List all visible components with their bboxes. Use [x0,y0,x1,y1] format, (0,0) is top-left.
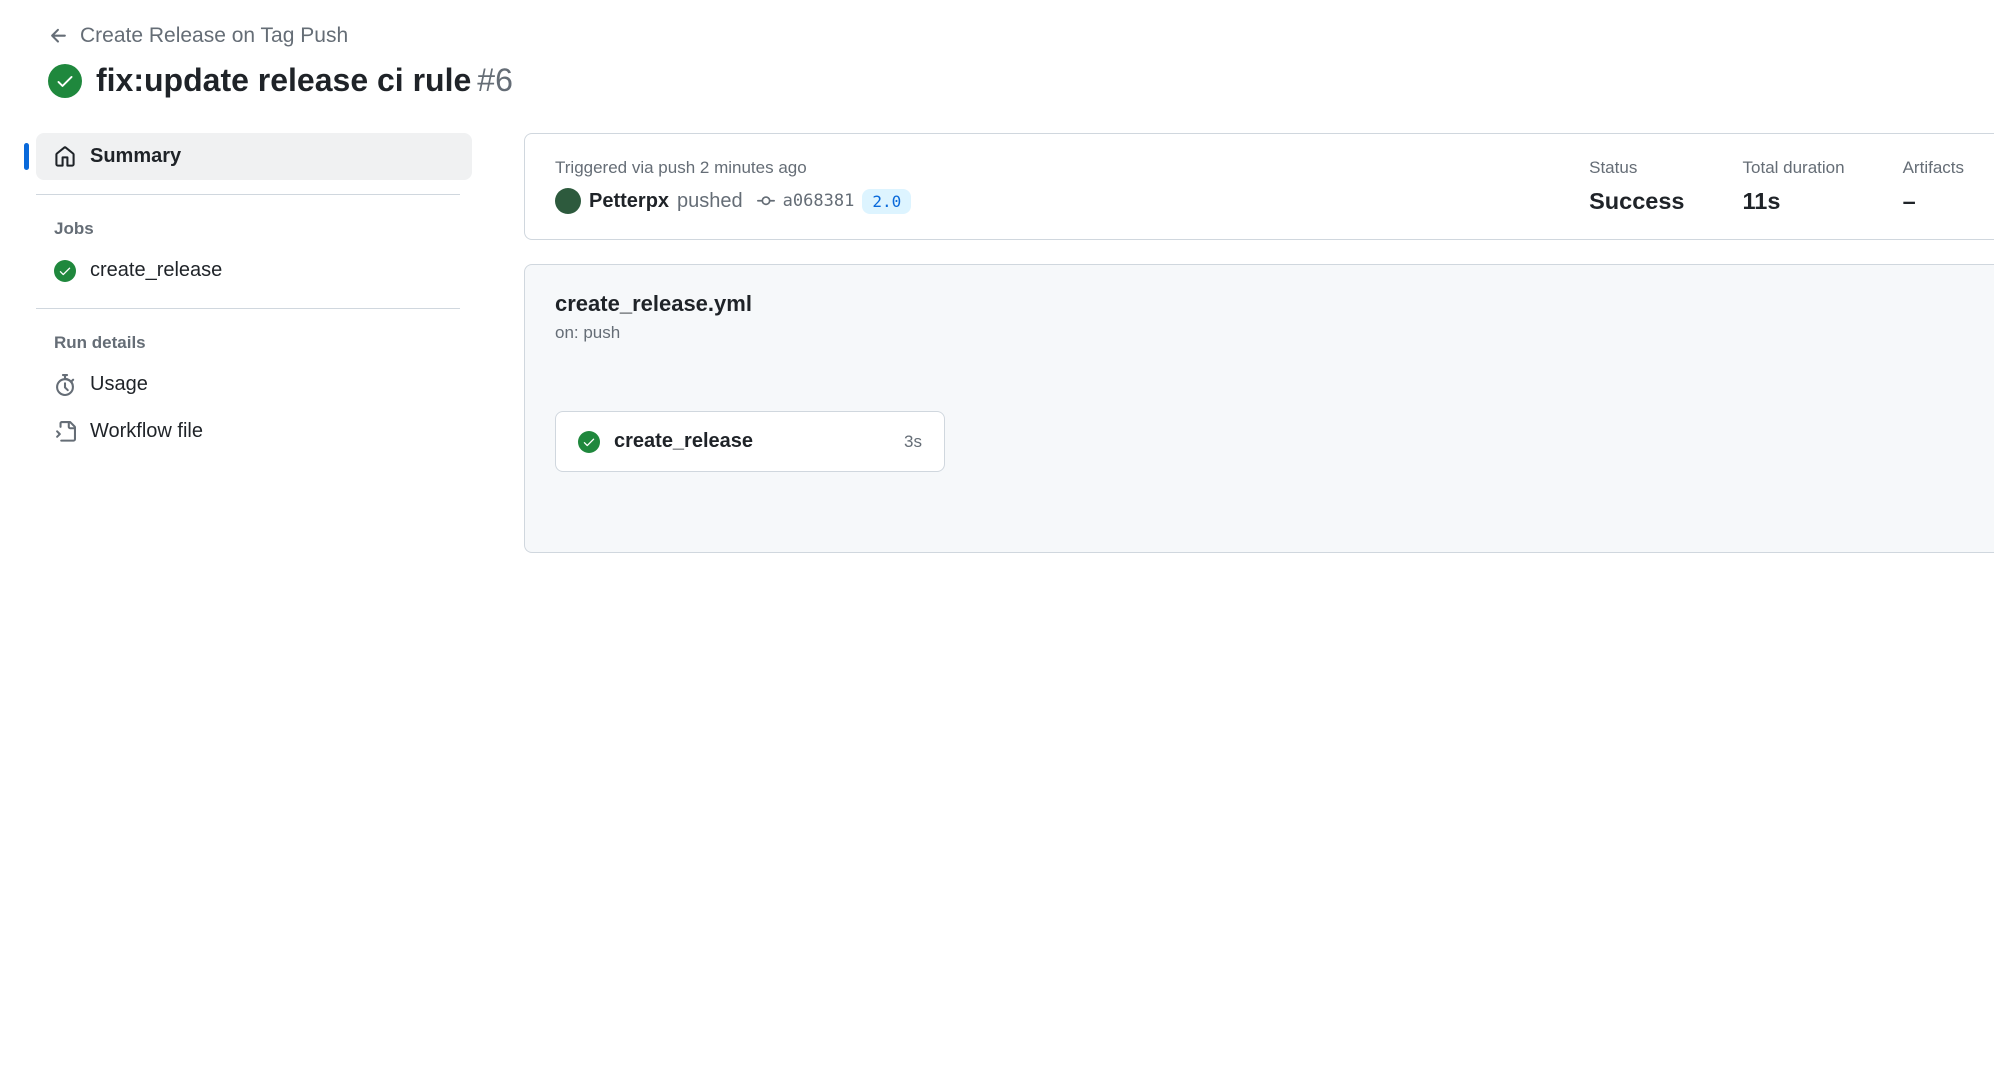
sidebar-job-item[interactable]: create_release [36,247,472,294]
job-card[interactable]: create_release 3s [555,411,945,472]
file-code-icon [54,421,76,443]
sidebar-item-label: Usage [90,373,148,396]
stopwatch-icon [54,374,76,396]
check-circle-icon [578,431,600,453]
job-name: create_release [614,430,890,453]
jobs-header: Jobs [24,209,484,247]
avatar[interactable] [555,188,581,214]
back-arrow-icon[interactable] [48,25,70,47]
check-circle-icon [54,260,76,282]
duration-value: 11s [1743,188,1845,215]
status-label: Status [1589,158,1684,178]
main-content: Triggered via push 2 minutes ago Petterp… [524,133,1994,553]
sidebar: Summary Jobs create_release Run details … [24,133,484,553]
home-icon [54,146,76,168]
sidebar-item-summary[interactable]: Summary [36,133,472,180]
artifacts-label: Artifacts [1903,158,1964,178]
sidebar-item-label: Workflow file [90,420,203,443]
artifacts-value: – [1903,188,1964,215]
job-duration: 3s [904,432,922,452]
ref-tag[interactable]: 2.0 [862,189,911,214]
workflow-graph-card: create_release.yml on: push create_relea… [524,264,1994,553]
duration-label: Total duration [1743,158,1845,178]
sidebar-item-usage[interactable]: Usage [36,361,472,408]
actor-link[interactable]: Petterpx [589,190,669,213]
workflow-file-name: create_release.yml [555,291,1964,317]
divider [36,194,460,195]
run-title: fix:update release ci rule [96,62,471,98]
run-details-header: Run details [24,323,484,361]
page-title-row: fix:update release ci rule#6 [48,62,1994,99]
breadcrumb-workflow-link[interactable]: Create Release on Tag Push [80,24,348,48]
workflow-trigger: on: push [555,323,1964,343]
trigger-label: Triggered via push 2 minutes ago [555,158,1531,178]
sidebar-item-workflow-file[interactable]: Workflow file [36,408,472,455]
summary-card: Triggered via push 2 minutes ago Petterp… [524,133,1994,240]
status-value: Success [1589,188,1684,215]
action-text: pushed [677,190,743,213]
commit-sha-link[interactable]: a068381 [783,191,855,211]
page-title: fix:update release ci rule#6 [96,62,513,99]
sidebar-item-label: create_release [90,259,222,282]
git-commit-icon [757,192,775,210]
check-circle-icon [48,64,82,98]
divider [36,308,460,309]
run-number: #6 [477,62,513,98]
sidebar-item-label: Summary [90,145,181,168]
breadcrumb: Create Release on Tag Push [48,24,1994,48]
